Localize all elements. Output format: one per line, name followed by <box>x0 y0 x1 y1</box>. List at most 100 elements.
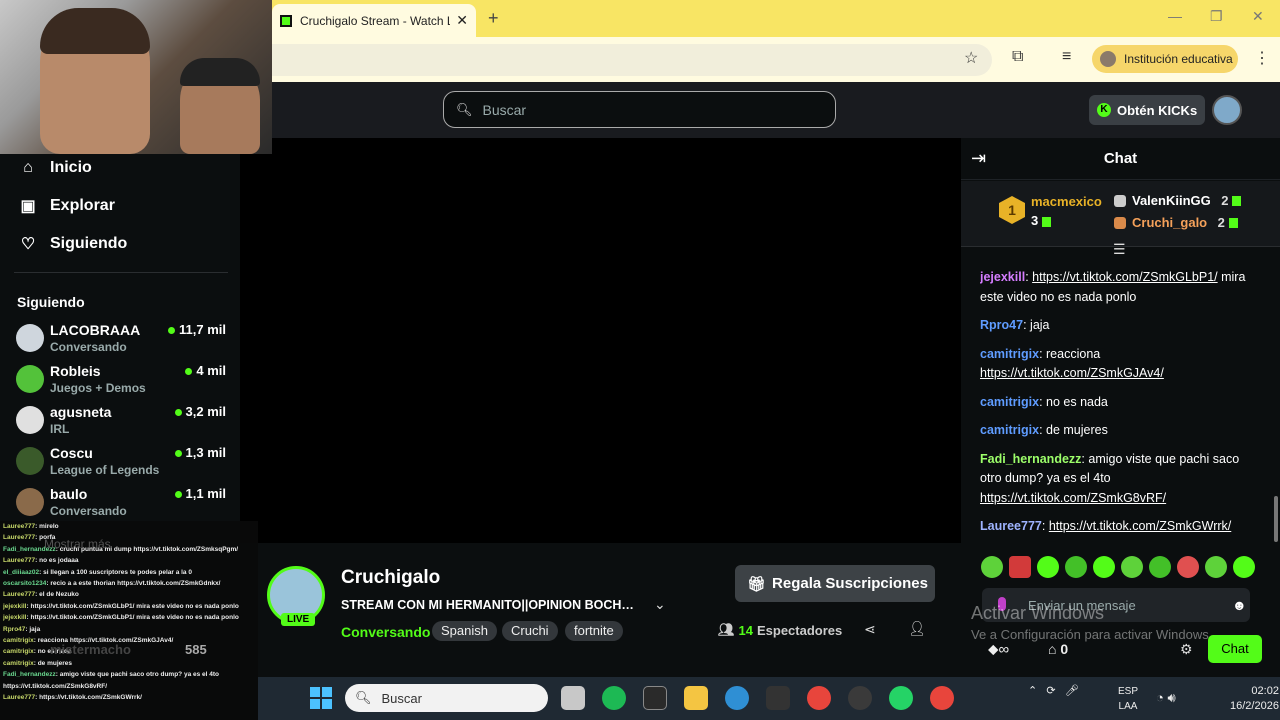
emoji-icon[interactable]: ☻ <box>1232 597 1247 613</box>
chat-username[interactable]: Rpro47 <box>980 318 1023 332</box>
streamer-name[interactable]: Cruchigalo <box>341 567 440 589</box>
emote-icon[interactable] <box>1009 556 1031 578</box>
browser-tab[interactable]: Cruchigalo Stream - Watch Live ✕ <box>272 4 476 37</box>
profile-chip[interactable]: Institución educativa <box>1092 45 1238 73</box>
chevron-down-icon[interactable]: ⌄ <box>654 596 666 613</box>
collapse-chat-icon[interactable]: ⇥ <box>971 148 986 169</box>
share-icon[interactable]: ⋖ <box>864 621 876 638</box>
bookmark-star-icon[interactable]: ☆ <box>964 48 978 68</box>
epic-games-icon[interactable] <box>643 686 667 710</box>
gift-gem-icon <box>1228 217 1238 228</box>
gift-gem-icon <box>1042 216 1052 227</box>
media-control-icon[interactable]: ≡ <box>1062 48 1071 66</box>
chat-username[interactable]: camitrigix <box>980 395 1039 409</box>
overlay-line: oscarsito1234: recio a a este thorian ht… <box>3 580 221 588</box>
emote-icon[interactable] <box>1233 556 1255 578</box>
stream-category[interactable]: Conversando <box>341 624 430 640</box>
chat-username[interactable]: jejexkill <box>980 270 1025 284</box>
taskbar-search-placeholder: Buscar <box>381 690 422 706</box>
input-language[interactable]: ESP LAA <box>1118 684 1138 714</box>
emote-icon[interactable] <box>1121 556 1143 578</box>
restore-icon[interactable]: ❐ <box>1210 8 1223 25</box>
chat-username[interactable]: Fadi_hernandezz <box>980 452 1081 466</box>
emote-icon[interactable] <box>1205 556 1227 578</box>
rank-three-medal-icon <box>1114 216 1126 229</box>
expand-leaderboard-icon[interactable]: ☰ <box>1113 241 1126 258</box>
close-tab-icon[interactable]: ✕ <box>456 12 468 29</box>
followed-channel[interactable]: baulo Conversando 1,1 mil <box>16 486 226 524</box>
close-window-icon[interactable]: ✕ <box>1252 8 1264 25</box>
chat-link[interactable]: https://vt.tiktok.com/ZSmkGJAv4/ <box>980 366 1164 380</box>
video-player[interactable] <box>240 138 961 543</box>
emote-icon[interactable] <box>1177 556 1199 578</box>
followed-channel[interactable]: LACOBRAAA Conversando 11,7 mil <box>16 322 226 360</box>
chat-username[interactable]: camitrigix <box>980 347 1039 361</box>
chat-settings-icon[interactable]: ⚙ <box>1180 641 1193 658</box>
emote-icon[interactable] <box>1037 556 1059 578</box>
emote-icon[interactable] <box>1093 556 1115 578</box>
chat-link[interactable]: https://vt.tiktok.com/ZSmkG8vRF/ <box>980 491 1166 505</box>
follow-user-icon[interactable]: 👤︎ <box>908 620 926 637</box>
rank-two-medal-icon <box>1114 194 1126 207</box>
whatsapp-icon[interactable] <box>889 686 913 710</box>
search-input[interactable]: 🔍︎ Buscar <box>443 91 836 128</box>
browser-menu-icon[interactable]: ⋮ <box>1254 48 1270 68</box>
viewer-number: 14 <box>738 622 753 638</box>
chat-overlay: Lauree777: mirelo Lauree777: porfa Fadi_… <box>0 521 258 720</box>
leaderboard-third-count: 2 <box>1217 215 1225 230</box>
tab-title: Cruchigalo Stream - Watch Live <box>300 13 450 28</box>
send-chat-button[interactable]: Chat <box>1208 635 1262 663</box>
chrome-profile-icon[interactable] <box>930 686 954 710</box>
chat-link[interactable]: https://vt.tiktok.com/ZSmkGLbP1/ <box>1032 270 1217 284</box>
windows-start-icon[interactable] <box>310 687 332 709</box>
gift-icon: 🎁︎ <box>747 575 767 593</box>
tag-cruchi[interactable]: Cruchi <box>502 621 558 641</box>
taskbar-search[interactable]: 🔍︎ Buscar <box>345 684 548 712</box>
tag-fortnite[interactable]: fortnite <box>565 621 623 641</box>
channel-points[interactable]: ⌂ 0 <box>1048 641 1068 657</box>
file-explorer-icon[interactable] <box>684 686 708 710</box>
wifi-volume-icons[interactable]: ◔ 🔊︎ <box>1156 690 1176 706</box>
nav-explorar[interactable]: ▣ Explorar <box>18 196 114 216</box>
chat-username[interactable]: camitrigix <box>980 423 1039 437</box>
live-dot-icon <box>168 327 176 334</box>
spotify-icon[interactable] <box>602 686 626 710</box>
edge-icon[interactable] <box>725 686 749 710</box>
heart-icon: ♡ <box>20 236 36 253</box>
channel-category: Conversando <box>50 340 127 354</box>
nav-inicio[interactable]: ⌂ Inicio <box>18 159 92 177</box>
user-avatar[interactable] <box>1212 95 1242 125</box>
viewer-count: 4 mil <box>196 363 226 378</box>
followed-channel[interactable]: Robleis Juegos + Demos 4 mil <box>16 363 226 401</box>
obs-icon[interactable] <box>848 686 872 710</box>
extensions-icon[interactable]: ⧉ <box>1012 48 1023 66</box>
new-tab-icon[interactable]: + <box>488 8 499 29</box>
get-kicks-button[interactable]: K Obtén KICKs <box>1089 95 1205 125</box>
gift-subs-button[interactable]: 🎁︎ Regala Suscripciones <box>735 565 935 602</box>
taskbar-clock[interactable]: 02:02 16/2/2026 <box>1230 684 1279 714</box>
followed-channel[interactable]: Coscu League of Legends 1,3 mil <box>16 445 226 483</box>
system-tray[interactable]: ⌃ ⟳ 🎤︎ <box>1028 684 1079 697</box>
leaderboard-first-name[interactable]: macmexico <box>1031 194 1102 209</box>
show-more-link[interactable]: Mostrar más <box>44 537 111 551</box>
nav-siguiendo[interactable]: ♡ Siguiendo <box>18 234 128 254</box>
recommended-channel-name[interactable]: mistermacho <box>50 642 131 657</box>
chat-username[interactable]: Lauree777 <box>980 519 1042 533</box>
task-view-icon[interactable] <box>561 686 585 710</box>
followed-channel[interactable]: agusneta IRL 3,2 mil <box>16 404 226 442</box>
leaderboard-third[interactable]: Cruchi_galo 2 <box>1114 214 1238 232</box>
search-placeholder: Buscar <box>482 101 527 118</box>
app-icon[interactable] <box>766 686 790 710</box>
emote-icon[interactable] <box>1149 556 1171 578</box>
minimize-icon[interactable]: — <box>1168 8 1182 24</box>
chrome-icon[interactable] <box>807 686 831 710</box>
tag-spanish[interactable]: Spanish <box>432 621 497 641</box>
chat-link[interactable]: https://vt.tiktok.com/ZSmkGWrrk/ <box>1049 519 1231 533</box>
leaderboard-second[interactable]: ValenKiinGG 2 <box>1114 192 1242 210</box>
kick-points-icon[interactable]: ⬥∞ <box>988 641 1009 658</box>
emote-icon[interactable] <box>1065 556 1087 578</box>
emote-icon[interactable] <box>981 556 1003 578</box>
chat-message: Lauree777: https://vt.tiktok.com/ZSmkGWr… <box>980 519 1232 533</box>
chat-scrollbar[interactable] <box>1274 496 1278 542</box>
address-bar[interactable] <box>272 44 992 76</box>
